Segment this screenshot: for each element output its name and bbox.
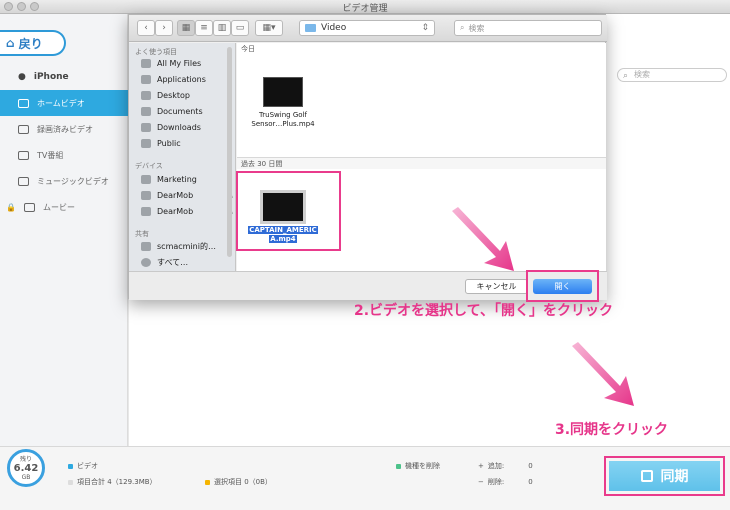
forward-nav-button[interactable]: › <box>155 20 173 36</box>
minus-icon: − <box>478 478 484 486</box>
sidebar-item-recorded-video[interactable]: 録画済みビデオ <box>0 116 128 142</box>
sidebar-item-tv-shows[interactable]: TV番組 <box>0 142 128 168</box>
file-truswing[interactable]: TruSwing Golf Sensor…Plus.mp4 <box>241 111 325 129</box>
arrange-button[interactable]: ▦▾ <box>255 20 283 36</box>
drive-icon <box>141 175 151 184</box>
section-today: 今日 <box>241 45 255 53</box>
selected-file-highlight <box>236 171 341 251</box>
list-icon: ≡ <box>200 23 208 33</box>
grid-icon: ▦ <box>181 23 191 33</box>
dialog-toolbar: ‹ › ▦ ≡ ▥ ▭ ▦▾ Video ⇕ ⌕ 検索 <box>129 15 607 42</box>
monitor-icon <box>18 98 29 108</box>
home-icon: ⌂ <box>6 36 15 50</box>
music-video-icon <box>18 176 29 186</box>
drive-icon <box>141 207 151 216</box>
search-icon: ⌕ <box>623 71 629 81</box>
new-color-swatch <box>396 463 401 469</box>
sidebar: ⌂ 戻り ● iPhone ホームビデオ 録画済みビデオ TV番組 ミュージック… <box>0 14 128 446</box>
total-color-swatch <box>68 479 73 485</box>
delete-count: − 削除: 0 <box>478 478 533 486</box>
updown-icon: ⇕ <box>421 23 429 33</box>
favorites-header: よく使う項目 <box>135 48 177 56</box>
arrange-icon: ▦▾ <box>262 23 276 33</box>
sync-button[interactable]: 同期 <box>609 461 720 491</box>
video-camera-icon <box>18 124 29 134</box>
sidebar-item-home-video[interactable]: ホームビデオ <box>0 90 128 116</box>
plus-icon: + <box>478 462 484 470</box>
legend-selected: 選択項目 0（0B） <box>205 477 272 487</box>
window-title: ビデオ管理 <box>342 4 388 14</box>
sidebar-device-iphone[interactable]: ● iPhone <box>0 64 128 90</box>
back-nav-button[interactable]: ‹ <box>137 20 155 36</box>
arrow-to-open-icon <box>452 207 514 271</box>
apple-icon: ● <box>18 72 26 82</box>
sidebar-item-movies[interactable]: 🔒 ムービー <box>0 194 128 220</box>
applications-icon <box>141 75 151 84</box>
sidebar-scrollbar[interactable] <box>227 47 232 257</box>
legend-video: ビデオ <box>68 461 98 471</box>
documents-icon <box>141 107 151 116</box>
step2-callout: 2.ビデオを選択して、「開く」をクリック <box>354 303 613 319</box>
file-open-dialog: ‹ › ▦ ≡ ▥ ▭ ▦▾ Video ⇕ ⌕ 検索 よく使う項目 All M… <box>128 14 607 302</box>
sidebar-item-all-my-files[interactable]: All My Files <box>141 59 233 68</box>
columns-icon: ▥ <box>217 23 227 33</box>
path-popup[interactable]: Video ⇕ <box>299 20 435 36</box>
lock-icon: 🔒 <box>6 202 16 212</box>
public-folder-icon <box>141 139 151 148</box>
coverflow-icon: ▭ <box>235 23 245 33</box>
arrow-to-sync-icon <box>572 342 634 406</box>
sidebar-item-downloads[interactable]: Downloads <box>141 123 233 132</box>
drive-icon <box>141 191 151 200</box>
downloads-icon <box>141 123 151 132</box>
add-count: + 追加: 0 <box>478 462 533 470</box>
sidebar-item-dearmob-2[interactable]: DearMob⏏ <box>141 207 233 216</box>
icon-view-button[interactable]: ▦ <box>177 20 195 36</box>
network-icon <box>141 258 151 267</box>
sidebar-item-all-shared[interactable]: すべて… <box>141 257 233 268</box>
devices-header: デバイス <box>135 162 163 170</box>
tv-icon <box>18 150 29 160</box>
sidebar-item-public[interactable]: Public <box>141 139 233 148</box>
shared-header: 共有 <box>135 230 149 238</box>
title-bar: ビデオ管理 <box>0 0 730 14</box>
video-color-swatch <box>68 463 73 469</box>
back-button[interactable]: ⌂ 戻り <box>0 30 66 56</box>
video-thumbnail-truswing[interactable] <box>263 77 303 107</box>
sync-icon <box>640 470 653 482</box>
computer-icon <box>141 242 151 251</box>
dialog-button-bar: キャンセル 開く <box>129 270 607 302</box>
coverflow-view-button[interactable]: ▭ <box>231 20 249 36</box>
section-past-30-days: 過去 30 日間 <box>237 157 606 169</box>
list-view-button[interactable]: ≡ <box>195 20 213 36</box>
sync-highlight-box: 同期 <box>604 456 725 496</box>
sidebar-item-documents[interactable]: Documents <box>141 107 233 116</box>
sidebar-item-music-video[interactable]: ミュージックビデオ <box>0 168 128 194</box>
back-button-label: 戻り <box>18 36 43 51</box>
column-view-button[interactable]: ▥ <box>213 20 231 36</box>
sidebar-item-desktop[interactable]: Desktop <box>141 91 233 100</box>
dialog-search-input[interactable]: ⌕ 検索 <box>454 20 602 36</box>
legend-new: 機種を削除 <box>396 461 440 471</box>
open-button[interactable]: 開く <box>533 279 592 294</box>
step3-callout: 3.同期をクリック <box>555 422 669 438</box>
main-search-input[interactable]: ⌕ 検索 <box>617 68 727 82</box>
sidebar-item-marketing[interactable]: Marketing <box>141 175 233 184</box>
sidebar-item-scmacmini[interactable]: scmacmini的… <box>141 241 233 252</box>
file-browser: 今日 TruSwing Golf Sensor…Plus.mp4 過去 30 日… <box>236 43 606 271</box>
desktop-icon <box>141 91 151 100</box>
legend-total: 項目合計 4（129.3MB） <box>68 477 157 487</box>
selected-color-swatch <box>205 479 210 485</box>
files-icon <box>141 59 151 68</box>
film-icon <box>23 202 35 212</box>
folder-icon <box>305 24 316 32</box>
sidebar-item-applications[interactable]: Applications <box>141 75 233 84</box>
dialog-sidebar: よく使う項目 All My Files Applications Desktop… <box>129 43 236 271</box>
storage-gauge: 残り 6.42 GB <box>7 449 45 487</box>
search-icon: ⌕ <box>460 23 465 32</box>
sidebar-item-dearmob-1[interactable]: DearMob⏏ <box>141 191 233 200</box>
cancel-button[interactable]: キャンセル <box>465 279 528 294</box>
